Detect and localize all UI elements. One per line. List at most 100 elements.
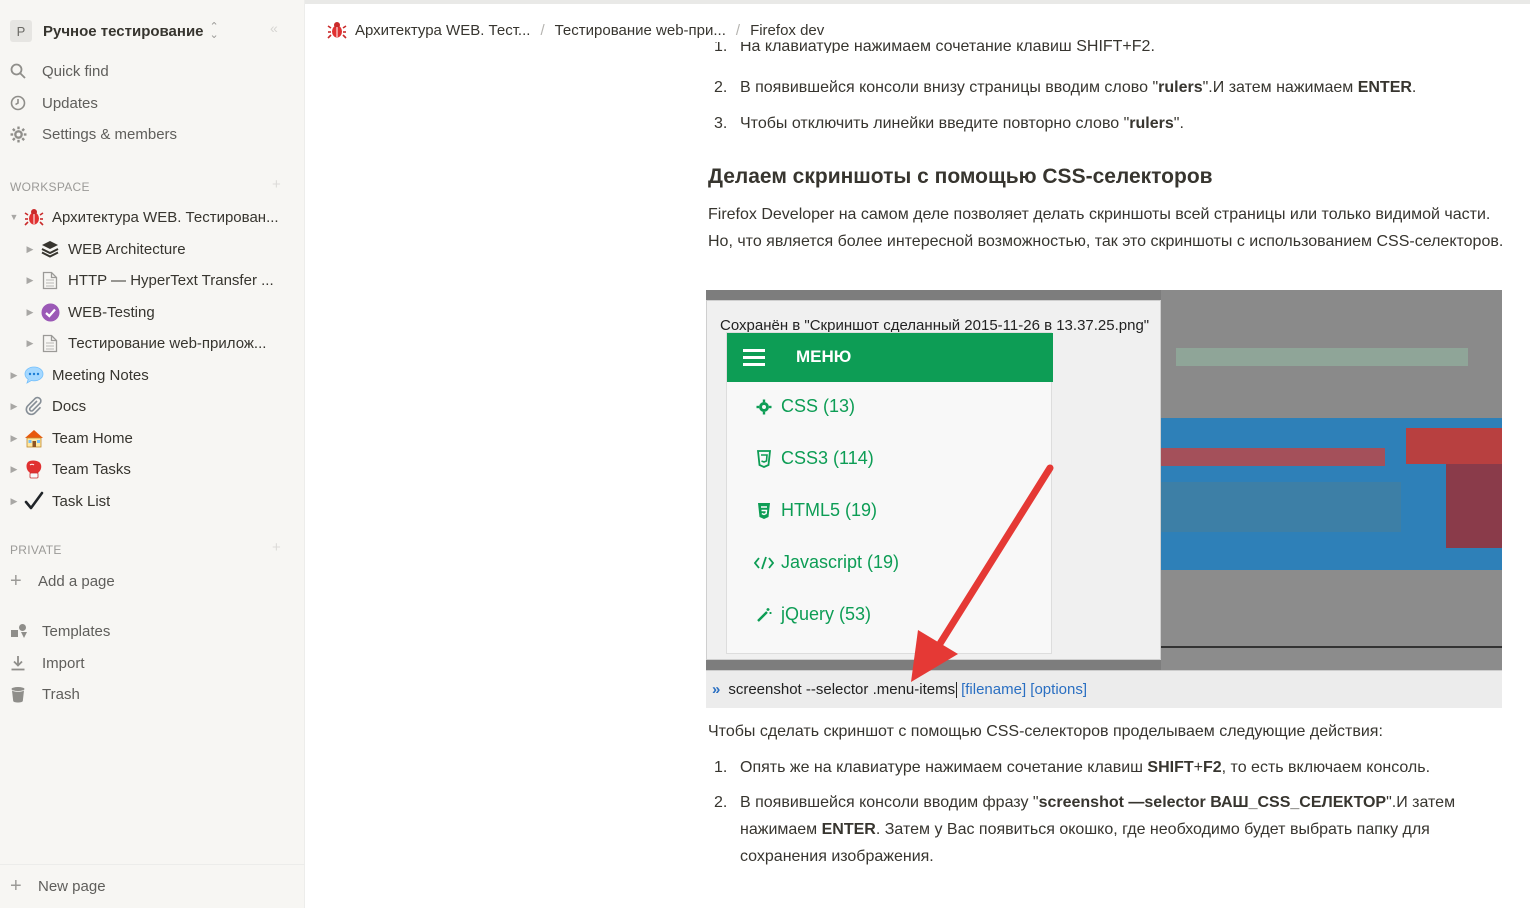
sidebar-item-architecture-web[interactable]: ▼ Архитектура WEB. Тестирован...	[8, 203, 294, 231]
templates-icon	[10, 623, 32, 639]
collapsed-arrow-icon[interactable]: ▶	[8, 433, 20, 444]
plus-icon: +	[10, 569, 22, 592]
sidebar-item-web-architecture[interactable]: ▶ WEB Architecture	[24, 235, 294, 263]
trash-label: Trash	[42, 685, 80, 703]
embedded-screenshot-image[interactable]: Сохранён в "Скриншот сделанный 2015-11-2…	[706, 290, 1502, 708]
collapsed-arrow-icon[interactable]: ▶	[24, 244, 36, 255]
list-number: 1.	[714, 759, 728, 776]
breadcrumb-item-architecture[interactable]: Архитектура WEB. Тест...	[327, 20, 530, 40]
trash-icon	[10, 686, 32, 703]
gear-icon	[10, 126, 32, 143]
page-icon	[38, 270, 62, 290]
list-text: Чтобы отключить линейки введите повторно…	[740, 115, 1130, 132]
plus-icon: +	[10, 875, 22, 897]
collapsed-arrow-icon[interactable]: ▶	[8, 401, 20, 412]
list-text: ".	[1173, 115, 1184, 132]
notion-app: P Ручное тестирование ⌃ ⌄ « Quick find Up…	[0, 0, 1530, 908]
breadcrumb-item-testing[interactable]: Тестирование web-при...	[555, 22, 726, 39]
page-content-top: 1. На клавиатуре нажимаем сочетание клав…	[708, 38, 1508, 53]
add-private-page-icon[interactable]: +	[272, 539, 281, 556]
checkmark-icon	[22, 491, 46, 511]
list-text: +	[1193, 759, 1203, 776]
collapsed-arrow-icon[interactable]: ▶	[8, 464, 20, 475]
breadcrumb-item-firefox-dev[interactable]: Firefox dev	[750, 22, 824, 39]
settings-label: Settings & members	[42, 125, 178, 143]
updates-button[interactable]: Updates	[10, 89, 98, 117]
expanded-arrow-icon[interactable]: ▼	[8, 212, 20, 222]
list-item: 1. Опять же на клавиатуре нажимаем сочет…	[708, 754, 1508, 781]
sidebar-item-label: Архитектура WEB. Тестирован...	[52, 208, 279, 226]
add-page-label: Add a page	[38, 572, 115, 590]
sidebar: P Ручное тестирование ⌃ ⌄ « Quick find Up…	[0, 0, 305, 908]
list-number: 2.	[714, 79, 728, 96]
list-text: В появившейся консоли вводим фразу "	[740, 794, 1039, 811]
clock-icon	[10, 95, 32, 111]
trash-button[interactable]: Trash	[10, 680, 80, 708]
settings-button[interactable]: Settings & members	[10, 120, 177, 148]
list-text: В появившейся консоли внизу страницы вво…	[740, 79, 1159, 96]
sidebar-item-http[interactable]: ▶ HTTP — HyperText Transfer ...	[24, 266, 294, 294]
boxing-glove-icon	[22, 459, 46, 479]
breadcrumb-label: Firefox dev	[750, 21, 825, 39]
paragraph: Чтобы сделать скриншот с помощью CSS-сел…	[708, 723, 1383, 740]
list-item: 1. На клавиатуре нажимаем сочетание клав…	[708, 33, 1508, 53]
updates-label: Updates	[42, 94, 98, 112]
templates-label: Templates	[42, 622, 111, 640]
add-workspace-page-icon[interactable]: +	[272, 176, 281, 193]
bold-text: rulers	[1129, 115, 1174, 132]
breadcrumb: Архитектура WEB. Тест... / Тестирование …	[327, 18, 825, 42]
templates-button[interactable]: Templates	[10, 617, 110, 645]
sidebar-item-label: Meeting Notes	[52, 366, 149, 384]
bold-text: rulers	[1158, 79, 1203, 96]
speech-bubble-icon	[22, 365, 46, 385]
bug-icon	[327, 20, 347, 40]
list-text: Опять же на клавиатуре нажимаем сочетани…	[740, 759, 1148, 776]
red-arrow-icon	[911, 464, 1054, 682]
sidebar-item-label: HTTP — HyperText Transfer ...	[68, 271, 274, 289]
sidebar-item-label: WEB Architecture	[68, 240, 186, 258]
private-section-label: PRIVATE	[10, 543, 62, 557]
sidebar-item-label: Team Tasks	[52, 460, 131, 478]
quick-find-button[interactable]: Quick find	[10, 57, 109, 85]
workspace-section-label: WORKSPACE	[10, 180, 90, 194]
breadcrumb-label: Архитектура WEB. Тест...	[355, 21, 531, 39]
page-icon	[38, 333, 62, 353]
page-content-bottom: Чтобы сделать скриншот с помощью CSS-сел…	[708, 718, 1508, 870]
bold-text: screenshot —selector ВАШ_CSS_СЕЛЕКТОР	[1038, 794, 1387, 811]
bold-text: SHIFT	[1147, 759, 1194, 776]
collapsed-arrow-icon[interactable]: ▶	[24, 275, 36, 286]
check-circle-icon	[38, 302, 62, 322]
list-text: , то есть включаем консоль.	[1221, 759, 1431, 776]
collapsed-arrow-icon[interactable]: ▶	[24, 338, 36, 349]
collapse-sidebar-icon[interactable]: «	[270, 20, 278, 36]
workspace-switcher[interactable]: P Ручное тестирование ⌃ ⌄	[10, 18, 219, 44]
list-item: 2. В появившейся консоли внизу страницы …	[708, 74, 1508, 101]
list-text: .	[1411, 79, 1417, 96]
bold-text: ENTER	[821, 821, 876, 838]
sidebar-item-docs[interactable]: ▶ Docs	[8, 392, 294, 420]
sidebar-item-label: Task List	[52, 492, 111, 510]
breadcrumb-label: Тестирование web-при...	[554, 21, 726, 39]
collapsed-arrow-icon[interactable]: ▶	[8, 370, 20, 381]
import-button[interactable]: Import	[10, 649, 85, 677]
paragraph: Firefox Developer на самом деле позволяе…	[708, 206, 1504, 250]
search-icon	[10, 63, 32, 79]
collapsed-arrow-icon[interactable]: ▶	[8, 496, 20, 507]
bold-text: ENTER	[1357, 79, 1412, 96]
sidebar-item-testing-web-apps[interactable]: ▶ Тестирование web-прилож...	[24, 329, 294, 357]
sidebar-item-label: Docs	[52, 397, 87, 415]
new-page-button[interactable]: + New page	[0, 864, 305, 908]
add-page-button[interactable]: + Add a page	[10, 567, 115, 595]
sidebar-item-meeting-notes[interactable]: ▶ Meeting Notes	[8, 361, 294, 389]
sidebar-item-label: Team Home	[52, 429, 133, 447]
sidebar-item-task-list[interactable]: ▶ Task List	[8, 487, 294, 515]
sidebar-item-team-home[interactable]: ▶ Team Home	[8, 424, 294, 452]
list-item: 2. В появившейся консоли вводим фразу "s…	[708, 789, 1508, 870]
section-heading: Делаем скриншоты с помощью CSS-селекторо…	[708, 165, 1213, 188]
top-border	[305, 0, 1530, 4]
workspace-name: Ручное тестирование	[43, 22, 204, 40]
new-page-label: New page	[38, 878, 106, 895]
collapsed-arrow-icon[interactable]: ▶	[24, 307, 36, 318]
sidebar-item-web-testing[interactable]: ▶ WEB-Testing	[24, 298, 294, 326]
sidebar-item-team-tasks[interactable]: ▶ Team Tasks	[8, 455, 294, 483]
